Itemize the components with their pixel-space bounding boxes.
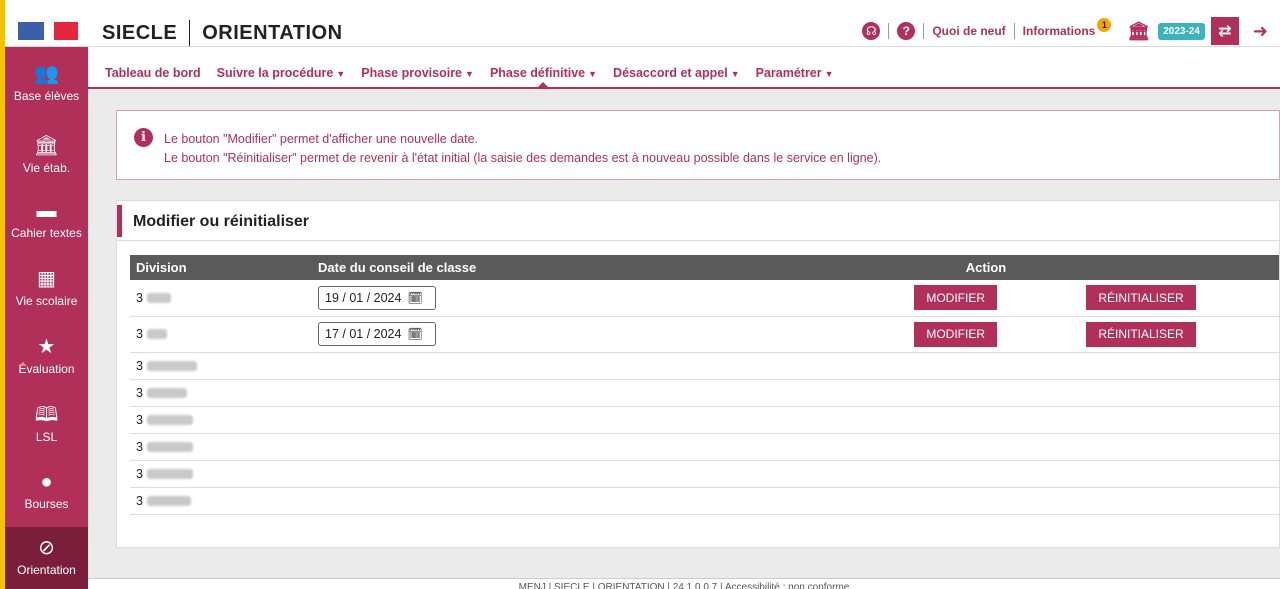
division-name: 3 (136, 358, 143, 373)
year-badge: 2023-24 (1158, 22, 1205, 40)
caret-down-icon: ▼ (465, 69, 474, 79)
purse-icon: ● (40, 471, 53, 493)
sidebar-item-evaluation[interactable]: ★ Évaluation (5, 336, 88, 376)
calendar-icon[interactable]: 🗓 (407, 327, 422, 341)
nav-phase-definitive[interactable]: Phase définitive ▼ (490, 66, 598, 89)
sidebar-item-vie-etab[interactable]: 🏛 Vie étab. (5, 135, 88, 175)
table-row: 3 17 / 01 / 2024 🗓 MODIFIER RÉINITIALISER (130, 316, 1279, 353)
caret-down-icon: ▼ (730, 69, 740, 79)
users-icon: 👥 (34, 63, 59, 85)
caret-down-icon: ▼ (824, 69, 834, 79)
divisions-table: Division Date du conseil de classe Actio… (130, 255, 1279, 515)
table-row: 3 (130, 379, 1279, 407)
nav-tableau-de-bord[interactable]: Tableau de bord (105, 66, 201, 80)
sidebar-item-label: Base élèves (13, 89, 80, 103)
accent-strip (0, 0, 5, 589)
sidebar-item-label: Vie étab. (22, 161, 71, 175)
sidebar-item-label: Orientation (17, 563, 76, 577)
main-nav: Tableau de bord Suivre la procédure ▼ Pha… (88, 47, 1280, 89)
informations-count-badge: 1 (1097, 18, 1112, 32)
sidebar-item-bourses[interactable]: ● Bourses (5, 471, 88, 511)
sidebar-item-lsl[interactable]: 🕮 LSL (5, 404, 88, 444)
sidebar-item-vie-scolaire[interactable]: ▦ Vie scolaire (5, 268, 88, 308)
app-name: SIECLE (102, 21, 178, 44)
header-actions: ☊ ? Quoi de neuf Informations 1 🏛 2023-2… (862, 17, 1268, 45)
sidebar-item-label: LSL (35, 430, 58, 444)
caret-down-icon: ▼ (336, 69, 346, 79)
headset-icon[interactable]: ☊ (862, 22, 881, 40)
help-icon[interactable]: ? (897, 22, 916, 40)
open-book-icon: 🕮 (34, 404, 59, 426)
switch-icon[interactable]: ⇄ (1210, 17, 1239, 45)
informations-link[interactable]: Informations (1023, 24, 1096, 38)
date-input[interactable]: 19 / 01 / 2024 🗓 (318, 285, 436, 310)
caret-down-icon: ▼ (588, 69, 598, 79)
table-row: 3 19 / 01 / 2024 🗓 MODIFIER RÉINITIALISER (130, 280, 1279, 317)
table-row: 3 (130, 406, 1279, 434)
division-name: 3 (136, 290, 143, 305)
calendar-icon: ▦ (37, 268, 56, 290)
star-icon: ★ (37, 336, 56, 358)
division-name: 3 (136, 439, 143, 454)
panel-title: Modifier ou réinitialiser (133, 213, 310, 230)
calendar-icon[interactable]: 🗓 (407, 291, 422, 305)
table-row: 3 (130, 460, 1279, 488)
info-icon: i (134, 128, 153, 147)
reset-button[interactable]: RÉINITIALISER (1086, 285, 1196, 311)
division-name: 3 (136, 412, 143, 427)
nav-suivre-procedure[interactable]: Suivre la procédure ▼ (217, 66, 346, 80)
sidebar-item-cahier-textes[interactable]: ▬ Cahier textes (5, 200, 88, 240)
module-name: ORIENTATION (202, 21, 343, 44)
division-name: 3 (136, 466, 143, 481)
nav-parametrer[interactable]: Paramétrer ▼ (756, 66, 834, 80)
modify-reset-panel: Modifier ou réinitialiser Division Date … (116, 200, 1280, 548)
republic-logo (18, 22, 78, 40)
building-icon: 🏛 (33, 135, 60, 157)
column-division: Division (130, 255, 312, 280)
info-line-1: Le bouton "Modifier" permet d'afficher u… (164, 132, 479, 146)
date-input[interactable]: 17 / 01 / 2024 🗓 (318, 322, 436, 346)
modify-button[interactable]: MODIFIER (914, 321, 997, 347)
sidebar-item-label: Évaluation (18, 362, 75, 376)
sidebar-item-label: Vie scolaire (15, 294, 78, 308)
panel-header: Modifier ou réinitialiser (117, 201, 1279, 241)
footer: MENJ | SIECLE | ORIENTATION | 24.1.0.0.7… (88, 578, 1280, 589)
info-alert: i Le bouton "Modifier" permet d'afficher… (116, 110, 1280, 180)
sidebar-item-orientation[interactable]: ⊘ Orientation (5, 527, 88, 589)
sidebar-item-label: Bourses (24, 497, 69, 511)
logout-icon[interactable]: ➜ (1253, 21, 1268, 42)
info-line-2: Le bouton "Réinitialiser" permet de reve… (164, 151, 882, 165)
compass-icon: ⊘ (38, 537, 55, 559)
sidebar-item-label: Cahier textes (11, 226, 82, 240)
division-name: 3 (136, 493, 143, 508)
table-row: 3 (130, 433, 1279, 461)
table-row: 3 (130, 487, 1279, 515)
modify-button[interactable]: MODIFIER (914, 285, 997, 311)
division-name: 3 (136, 385, 143, 400)
division-name: 3 (136, 327, 143, 341)
whats-new-link[interactable]: Quoi de neuf (932, 24, 1005, 38)
establishment-icon[interactable]: 🏛 (1127, 21, 1150, 42)
nav-phase-provisoire[interactable]: Phase provisoire ▼ (361, 66, 474, 80)
nav-desaccord-appel[interactable]: Désaccord et appel ▼ (613, 66, 740, 80)
sidebar: 👥 Base élèves 🏛 Vie étab. ▬ Cahier texte… (5, 47, 88, 589)
reset-button[interactable]: RÉINITIALISER (1086, 321, 1196, 347)
sidebar-item-base-eleves[interactable]: 👥 Base élèves (5, 63, 88, 103)
column-action: Action (687, 255, 1279, 280)
top-bar: SIECLE ORIENTATION ☊ ? Quoi de neuf Info… (0, 0, 1280, 589)
app-brand: SIECLE ORIENTATION (102, 20, 343, 46)
book-icon: ▬ (36, 200, 57, 222)
table-row: 3 (130, 352, 1279, 380)
column-date: Date du conseil de classe (312, 255, 687, 280)
